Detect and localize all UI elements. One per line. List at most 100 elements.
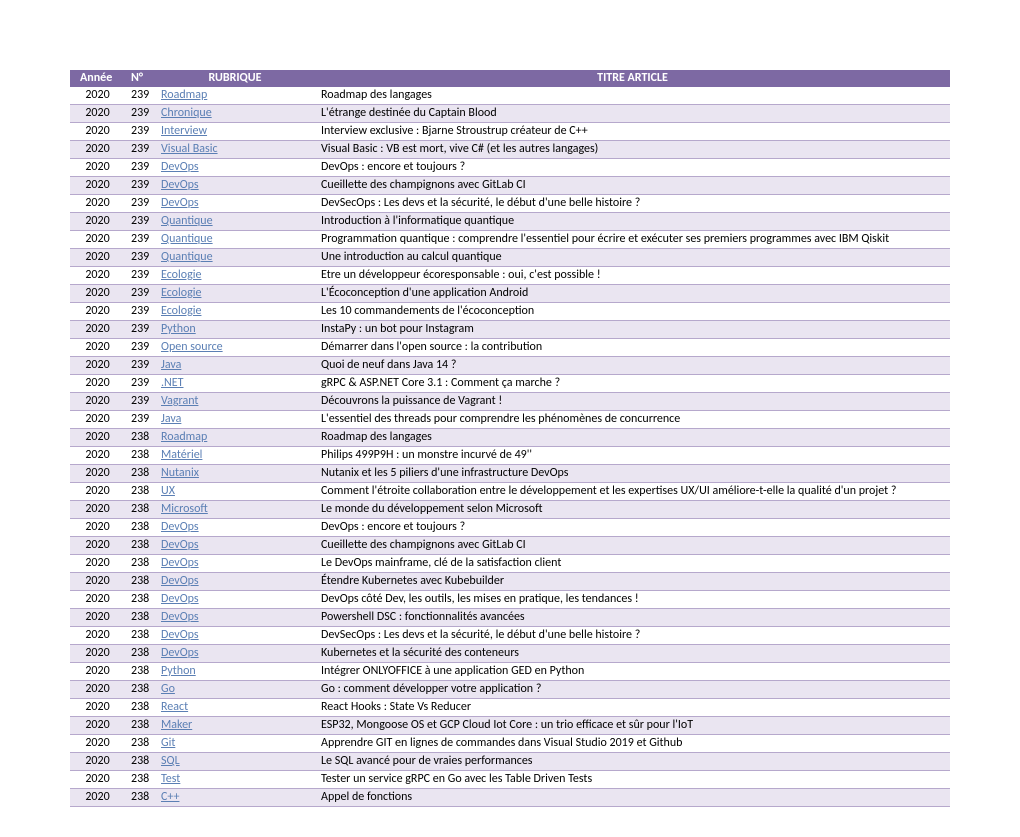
cell-rubrique: Java [155,357,315,375]
cell-rubrique: Roadmap [155,429,315,447]
rubrique-link[interactable]: DevOps [161,574,199,588]
table-row: 2020239PythonInstaPy : un bot pour Insta… [70,321,950,339]
cell-rubrique: C++ [155,789,315,807]
rubrique-link[interactable]: SQL [161,754,180,768]
rubrique-link[interactable]: Quantique [161,232,213,246]
table-row: 2020238DevOpsCueillette des champignons … [70,537,950,555]
table-row: 2020239EcologieEtre un développeur écore… [70,267,950,285]
table-row: 2020238PythonIntégrer ONLYOFFICE à une a… [70,663,950,681]
cell-rubrique: DevOps [155,519,315,537]
rubrique-link[interactable]: DevOps [161,592,199,606]
table-row: 2020239ChroniqueL'étrange destinée du Ca… [70,105,950,123]
rubrique-link[interactable]: Quantique [161,214,213,228]
rubrique-link[interactable]: C++ [161,790,179,804]
rubrique-link[interactable]: Open source [161,340,223,354]
rubrique-link[interactable]: DevOps [161,196,199,210]
rubrique-link[interactable]: Matériel [161,448,202,462]
cell-titre: Apprendre GIT en lignes de commandes dan… [315,735,950,753]
cell-num: 238 [125,555,155,573]
rubrique-link[interactable]: Microsoft [161,502,208,516]
table-row: 2020239DevOpsDevOps : encore et toujours… [70,159,950,177]
table-row: 2020238DevOpsKubernetes et la sécurité d… [70,645,950,663]
table-row: 2020239Visual BasicVisual Basic : VB est… [70,141,950,159]
cell-annee: 2020 [70,357,125,375]
rubrique-link[interactable]: Test [161,772,180,786]
table-row: 2020239.NETgRPC & ASP.NET Core 3.1 : Com… [70,375,950,393]
rubrique-link[interactable]: Quantique [161,250,213,264]
rubrique-link[interactable]: Ecologie [161,286,201,300]
rubrique-link[interactable]: Chronique [161,106,212,120]
rubrique-link[interactable]: Git [161,736,175,750]
table-row: 2020238DevOpsÉtendre Kubernetes avec Kub… [70,573,950,591]
rubrique-link[interactable]: Interview [161,124,207,138]
cell-rubrique: Matériel [155,447,315,465]
cell-annee: 2020 [70,627,125,645]
rubrique-link[interactable]: DevOps [161,520,199,534]
rubrique-link[interactable]: Python [161,322,196,336]
cell-titre: Découvrons la puissance de Vagrant ! [315,393,950,411]
header-rubrique: RUBRIQUE [155,70,315,87]
cell-titre: L'Écoconception d'une application Androi… [315,285,950,303]
cell-annee: 2020 [70,285,125,303]
rubrique-link[interactable]: .NET [161,376,183,390]
table-row: 2020239InterviewInterview exclusive : Bj… [70,123,950,141]
rubrique-link[interactable]: Python [161,664,196,678]
cell-rubrique: Ecologie [155,267,315,285]
rubrique-link[interactable]: DevOps [161,610,199,624]
rubrique-link[interactable]: Java [161,412,181,426]
rubrique-link[interactable]: Maker [161,718,192,732]
cell-num: 239 [125,177,155,195]
cell-titre: Go : comment développer votre applicatio… [315,681,950,699]
table-row: 2020238TestTester un service gRPC en Go … [70,771,950,789]
rubrique-link[interactable]: Visual Basic [161,142,218,156]
rubrique-link[interactable]: React [161,700,188,714]
cell-annee: 2020 [70,465,125,483]
cell-num: 238 [125,483,155,501]
cell-num: 238 [125,429,155,447]
table-row: 2020238DevOpsDevOps côté Dev, les outils… [70,591,950,609]
cell-titre: Une introduction au calcul quantique [315,249,950,267]
cell-titre: Powershell DSC : fonctionnalités avancée… [315,609,950,627]
cell-rubrique: Vagrant [155,393,315,411]
cell-titre: Le SQL avancé pour de vraies performance… [315,753,950,771]
cell-num: 239 [125,141,155,159]
cell-titre: Comment l'étroite collaboration entre le… [315,483,950,501]
table-row: 2020238ReactReact Hooks : State Vs Reduc… [70,699,950,717]
cell-rubrique: Java [155,411,315,429]
cell-annee: 2020 [70,195,125,213]
cell-annee: 2020 [70,393,125,411]
rubrique-link[interactable]: DevOps [161,178,199,192]
cell-rubrique: Python [155,321,315,339]
rubrique-link[interactable]: Roadmap [161,430,207,444]
cell-annee: 2020 [70,213,125,231]
rubrique-link[interactable]: DevOps [161,160,199,174]
rubrique-link[interactable]: Go [161,682,175,696]
cell-num: 238 [125,771,155,789]
cell-num: 239 [125,123,155,141]
cell-num: 239 [125,375,155,393]
cell-annee: 2020 [70,789,125,807]
cell-num: 238 [125,501,155,519]
cell-rubrique: Quantique [155,231,315,249]
table-row: 2020238C++Appel de fonctions [70,789,950,807]
rubrique-link[interactable]: DevOps [161,646,199,660]
cell-num: 239 [125,357,155,375]
cell-num: 238 [125,591,155,609]
table-row: 2020239JavaL'essentiel des threads pour … [70,411,950,429]
rubrique-link[interactable]: DevOps [161,556,199,570]
cell-annee: 2020 [70,663,125,681]
cell-rubrique: Quantique [155,213,315,231]
cell-rubrique: Nutanix [155,465,315,483]
rubrique-link[interactable]: DevOps [161,628,199,642]
cell-num: 239 [125,411,155,429]
rubrique-link[interactable]: Roadmap [161,88,207,102]
rubrique-link[interactable]: Nutanix [161,466,199,480]
cell-rubrique: DevOps [155,195,315,213]
rubrique-link[interactable]: Ecologie [161,304,201,318]
cell-annee: 2020 [70,177,125,195]
rubrique-link[interactable]: DevOps [161,538,199,552]
rubrique-link[interactable]: Vagrant [161,394,198,408]
rubrique-link[interactable]: Java [161,358,181,372]
rubrique-link[interactable]: Ecologie [161,268,201,282]
rubrique-link[interactable]: UX [161,484,175,498]
